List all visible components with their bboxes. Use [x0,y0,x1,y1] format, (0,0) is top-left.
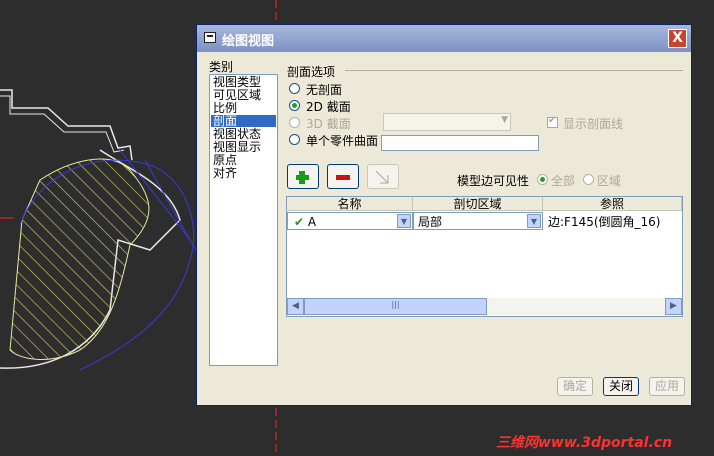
section-options-group: 剖面选项 无剖面 2D 截面 3D 截面 显示剖面线 单个零件曲面 模型 [285,63,685,368]
ok-button[interactable]: 确定 [557,377,593,396]
category-alignment[interactable]: 对齐 [211,167,276,179]
chevron-down-icon[interactable]: ▼ [527,214,541,228]
radio-visibility-area-label: 区域 [597,174,622,188]
category-visible-area[interactable]: 可见区域 [211,89,276,101]
plus-icon [296,171,309,184]
close-window-button[interactable]: X [668,29,687,48]
watermark: 三维网www.3dportal.cn [496,435,673,451]
radio-3d-section[interactable] [289,117,300,128]
section-reference: 边:F145(倒圆角_16) [548,215,661,229]
table-horizontal-scrollbar[interactable]: ◀ ||| ▶ [287,298,682,315]
dialog-title: 绘图视图 [222,34,275,49]
radio-3d-section-label: 3D 截面 [306,117,351,131]
radio-single-part-surface-label: 单个零件曲面 [306,134,379,148]
arrow-icon [375,170,389,184]
model-edge-visibility-label: 模型边可见性 [457,174,530,188]
table-row-name-cell[interactable]: ✔ A ▼ [287,212,413,230]
radio-visibility-all-label: 全部 [551,174,576,188]
category-view-states[interactable]: 视图状态 [211,128,276,140]
category-list[interactable]: 视图类型 可见区域 比例 剖面 视图状态 视图显示 原点 对齐 [209,74,278,366]
single-part-surface-input[interactable] [381,135,539,151]
column-header-name[interactable]: 名称 [287,197,413,211]
radio-2d-section[interactable] [289,100,300,111]
scroll-thumb[interactable]: ||| [304,298,487,315]
section-name: A [307,215,317,229]
column-header-region[interactable]: 剖切区域 [413,197,543,211]
minus-icon [336,175,350,180]
scroll-right-icon[interactable]: ▶ [665,298,682,315]
radio-2d-section-label: 2D 截面 [306,100,351,114]
table-row-region-cell[interactable]: 局部 ▼ [413,212,543,230]
dialog-titlebar[interactable]: 绘图视图 X [197,25,691,52]
window-icon [204,32,216,43]
category-sections[interactable]: 剖面 [211,115,276,127]
group-divider [345,70,683,71]
radio-single-part-surface[interactable] [289,134,300,145]
radio-visibility-area[interactable] [583,174,594,185]
category-label: 类别 [209,60,234,74]
close-button[interactable]: 关闭 [603,377,639,396]
check-icon: ✔ [294,215,305,229]
section-options-title: 剖面选项 [287,63,340,80]
show-hatch-label: 显示剖面线 [563,117,624,131]
category-view-display[interactable]: 视图显示 [211,141,276,153]
3d-section-select[interactable] [383,113,511,131]
edit-section-button[interactable] [367,164,399,189]
remove-section-button[interactable] [327,164,359,189]
category-origin[interactable]: 原点 [211,154,276,166]
category-view-type[interactable]: 视图类型 [211,76,276,88]
radio-no-section[interactable] [289,83,300,94]
section-region: 局部 [418,215,443,229]
table-row-reference-cell[interactable]: 边:F145(倒圆角_16) [543,212,682,230]
category-scale[interactable]: 比例 [211,102,276,114]
show-hatch-checkbox[interactable] [547,115,558,128]
section-table: 名称 剖切区域 参照 ✔ A ▼ 局部 ▼ 边:F145(倒圆角_16) ◀ |… [286,196,683,317]
add-section-button[interactable] [287,164,319,189]
scroll-left-icon[interactable]: ◀ [287,298,304,315]
drawing-view-dialog: 绘图视图 X 类别 视图类型 可见区域 比例 剖面 视图状态 视图显示 原点 对… [196,24,692,406]
radio-no-section-label: 无剖面 [306,83,343,97]
apply-button[interactable]: 应用 [649,377,685,396]
radio-visibility-all[interactable] [537,174,548,185]
chevron-down-icon[interactable]: ▼ [397,214,411,228]
column-header-reference[interactable]: 参照 [543,197,682,211]
